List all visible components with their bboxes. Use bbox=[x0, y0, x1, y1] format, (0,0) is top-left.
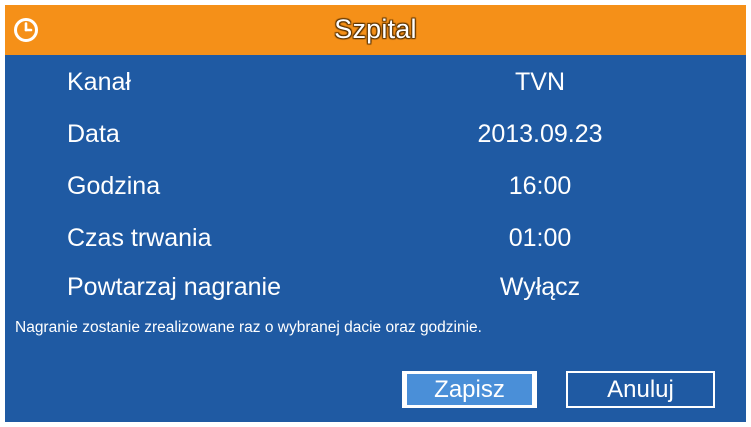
duration-label: Czas trwania bbox=[67, 224, 212, 252]
detail-row-channel[interactable]: Kanał TVN bbox=[5, 62, 746, 102]
detail-row-repeat[interactable]: Powtarzaj nagranie Wyłącz bbox=[5, 267, 746, 307]
detail-row-time[interactable]: Godzina 16:00 bbox=[5, 166, 746, 206]
channel-value: TVN bbox=[515, 68, 565, 96]
recording-dialog: Szpital Kanał TVN Data 2013.09.23 Godzin… bbox=[5, 5, 746, 422]
dialog-title: Szpital bbox=[334, 14, 417, 44]
save-button[interactable]: Zapisz bbox=[402, 371, 537, 408]
detail-row-duration[interactable]: Czas trwania 01:00 bbox=[5, 218, 746, 258]
screen: Szpital Kanał TVN Data 2013.09.23 Godzin… bbox=[0, 0, 751, 427]
time-value: 16:00 bbox=[508, 172, 572, 200]
repeat-label: Powtarzaj nagranie bbox=[67, 273, 282, 301]
date-value: 2013.09.23 bbox=[477, 120, 603, 148]
detail-row-date[interactable]: Data 2013.09.23 bbox=[5, 114, 746, 154]
time-label: Godzina bbox=[67, 172, 161, 200]
duration-value: 01:00 bbox=[508, 224, 572, 252]
date-label: Data bbox=[67, 120, 120, 148]
channel-label: Kanał bbox=[67, 68, 131, 96]
repeat-value: Wyłącz bbox=[499, 273, 581, 301]
save-button-label: Zapisz bbox=[407, 374, 532, 405]
title-bar: Szpital bbox=[5, 5, 746, 55]
info-note: Nagranie zostanie zrealizowane raz o wyb… bbox=[15, 319, 482, 336]
cancel-button[interactable]: Anuluj bbox=[566, 371, 715, 408]
